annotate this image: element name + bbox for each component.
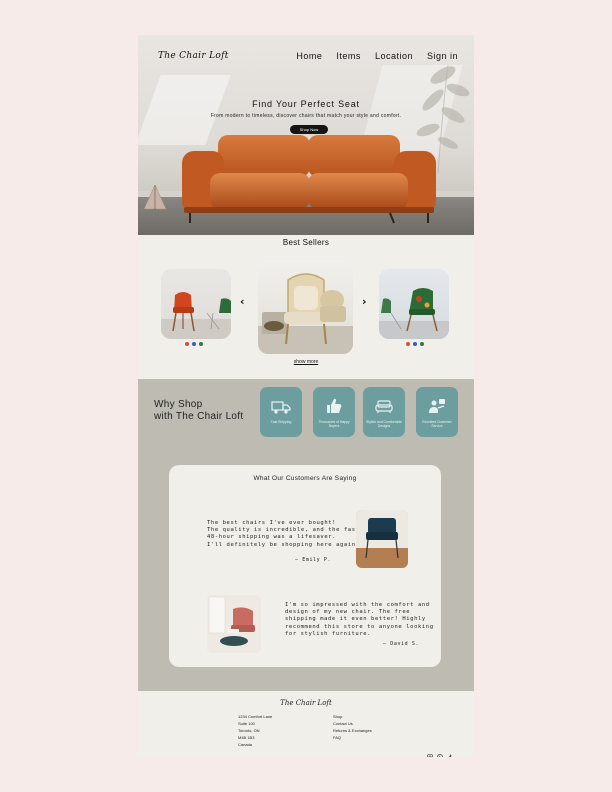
pink-chair-image (207, 595, 261, 653)
review-line: design of my new chair. The free (285, 609, 411, 616)
product-card-orange-chair[interactable] (161, 269, 231, 339)
review-photo-blue-chair (356, 510, 408, 568)
hero-subtitle: From modern to timeless, discover chairs… (210, 113, 402, 119)
instagram-icon[interactable] (427, 745, 433, 757)
shop-now-button[interactable]: Shop Now (290, 125, 328, 134)
footer-link-faq[interactable]: FAQ (333, 734, 372, 741)
show-more-link[interactable]: show more (138, 359, 474, 365)
footer-links: Shop Contact Us Returns & Exchanges FAQ (333, 713, 372, 741)
review-text: The best chairs I've ever bought! The qu… (207, 520, 360, 549)
footer-link-returns[interactable]: Returns & Exchanges (333, 727, 372, 734)
review-line: I'm so impressed with the comfort and (285, 602, 430, 608)
facebook-icon[interactable] (447, 745, 453, 757)
floor-lamp-image (143, 184, 167, 211)
review-line: 48-hour shipping was a lifesaver. (207, 534, 337, 541)
truck-icon (271, 401, 291, 414)
feature-label: Stylish and Comfortable Designs (366, 420, 402, 428)
main-nav: Home Items Location Sign in (296, 51, 458, 61)
color-swatch[interactable] (192, 342, 196, 346)
feature-stylish-designs: Stylish and Comfortable Designs (363, 387, 405, 437)
nav-home[interactable]: Home (296, 51, 322, 61)
footer-brand[interactable]: The Chair Loft (138, 699, 474, 707)
color-swatches-right (406, 342, 424, 346)
footer-address: 1234 Comfort Lane Suite 100 Toronto, ON … (238, 713, 272, 748)
color-swatch[interactable] (406, 342, 410, 346)
brand-logo[interactable]: The Chair Loft (158, 51, 229, 61)
why-shop-title-line2: with The Chair Loft (154, 411, 244, 422)
hero-section: The Chair Loft Home Items Location Sign … (138, 35, 474, 235)
review-line: The quality is incredible, and the fast (207, 527, 360, 534)
thumbs-up-icon (327, 398, 342, 413)
carousel-prev-arrow-icon[interactable]: ‹ (240, 295, 245, 308)
why-shop-section: Why Shop with The Chair Loft Fast Shippi… (138, 379, 474, 691)
leather-sofa-image (182, 135, 436, 224)
product-card-vintage-chair[interactable] (258, 260, 353, 354)
feature-label: Fast Shipping (270, 420, 292, 424)
best-sellers-title: Best Sellers (282, 238, 330, 247)
best-sellers-section: Best Sellers ‹ › show more (138, 235, 474, 379)
review-line: for stylish furniture. (285, 630, 372, 637)
nav-items[interactable]: Items (336, 51, 361, 61)
footer-link-contact[interactable]: Contact Us (333, 720, 372, 727)
review-author: — David S. (383, 641, 420, 647)
blue-chair-image (356, 510, 408, 568)
nav-sign-in[interactable]: Sign in (427, 51, 458, 61)
color-swatch[interactable] (420, 342, 424, 346)
review-line: The best chairs I've ever bought! (207, 520, 337, 526)
feature-label: Excellent Customer Service (422, 420, 452, 428)
feature-fast-shipping: Fast Shipping (260, 387, 302, 437)
review-text: I'm so impressed with the comfort and de… (285, 602, 434, 638)
address-line: Canada (238, 742, 253, 747)
hero-title: Find Your Perfect Seat (252, 99, 360, 109)
why-shop-title: Why Shop with The Chair Loft (154, 399, 243, 423)
reviews-title: What Our Customers Are Saying (253, 475, 357, 482)
why-shop-title-line1: Why Shop (154, 399, 203, 410)
footer-link-shop[interactable]: Shop (333, 713, 372, 720)
review-author: — Emily P. (295, 557, 332, 563)
footer: The Chair Loft 1234 Comfort Lane Suite 1… (138, 691, 474, 757)
landing-page: The Chair Loft Home Items Location Sign … (138, 35, 474, 757)
carousel-next-arrow-icon[interactable]: › (362, 295, 367, 308)
vintage-chair-image (258, 273, 353, 354)
product-card-green-chair[interactable] (379, 269, 449, 339)
color-swatch[interactable] (199, 342, 203, 346)
color-swatch[interactable] (185, 342, 189, 346)
social-links (427, 745, 453, 757)
address-line: 1234 Comfort Lane (238, 714, 273, 719)
review-line: recommend this store to anyone looking (285, 623, 434, 630)
customer-service-icon (429, 399, 445, 413)
feature-customer-service: Excellent Customer Service (416, 387, 458, 437)
review-line: I'll definitely be shopping here again! (207, 541, 360, 548)
address-line: M4B 1B3 (238, 735, 255, 740)
address-line: Toronto, ON (238, 728, 260, 733)
green-chair-image (379, 288, 449, 339)
review-line: shipping made it even better! Highly (285, 616, 426, 623)
color-swatch[interactable] (413, 342, 417, 346)
sofa-icon (375, 400, 393, 413)
review-photo-pink-chair (207, 595, 261, 653)
orange-chair-image (161, 292, 231, 339)
pinterest-icon[interactable] (437, 745, 443, 757)
address-line: Suite 100 (238, 721, 255, 726)
reviews-card: What Our Customers Are Saying The best c… (169, 465, 441, 667)
nav-location[interactable]: Location (375, 51, 413, 61)
color-swatches-left (185, 342, 203, 346)
feature-happy-buyers: Thousands of Happy Buyers (313, 387, 355, 437)
feature-label: Thousands of Happy Buyers (318, 420, 350, 428)
